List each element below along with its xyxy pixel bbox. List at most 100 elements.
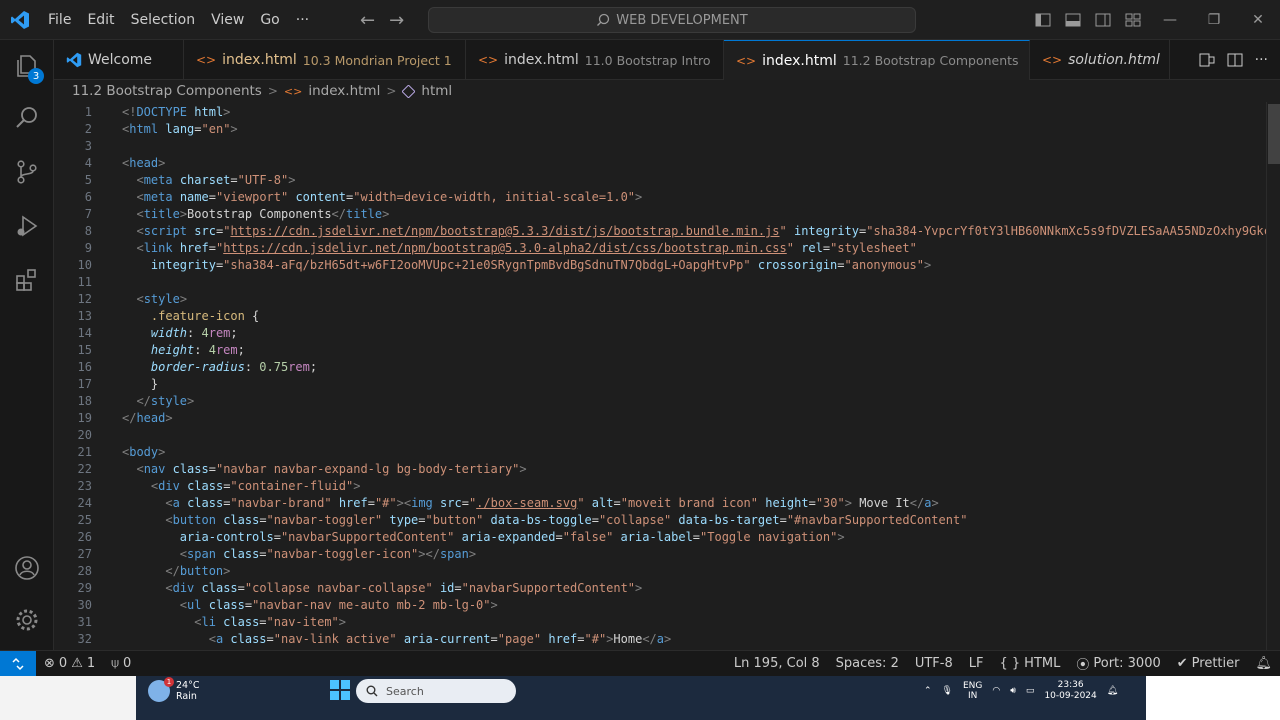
breadcrumb-file[interactable]: index.html	[308, 83, 380, 99]
code-editor[interactable]: 1 <!DOCTYPE html> 2 <html lang="en"> 3 4 <h…	[54, 102, 1266, 650]
code-line: 7 <title>Bootstrap Components</title>	[54, 206, 1266, 223]
error-icon: ⊗	[44, 656, 55, 671]
warning-count: 1	[86, 656, 96, 671]
vscode-logo-icon	[0, 0, 40, 40]
minimize-icon[interactable]: —	[1148, 0, 1192, 40]
toggle-secondary-sidebar-icon[interactable]	[1088, 0, 1118, 40]
editor-scrollbar[interactable]	[1266, 102, 1280, 650]
search-view-icon[interactable]	[0, 94, 54, 142]
status-right: Ln 195, Col 8 Spaces: 2 UTF-8 LF { } HTM…	[726, 654, 1280, 673]
code-line: 12 <style>	[54, 291, 1266, 308]
search-icon	[366, 685, 378, 697]
line-number: 4	[84, 156, 92, 170]
status-bar: ⊗ 0 ⚠ 1 ⍦ 0 Ln 195, Col 8 Spaces: 2 UTF-…	[0, 650, 1280, 677]
remote-indicator-icon[interactable]	[0, 650, 36, 677]
source-control-icon[interactable]	[0, 148, 54, 196]
split-editor-icon[interactable]	[1227, 52, 1243, 68]
vscode-tab-icon	[66, 52, 82, 68]
weather-condition: Rain	[176, 691, 197, 702]
cloud-rain-icon: 1	[148, 677, 174, 702]
live-server-port[interactable]: ⦿ Port: 3000	[1068, 654, 1168, 673]
settings-gear-icon[interactable]	[0, 596, 54, 644]
restore-icon[interactable]: ❐	[1192, 0, 1236, 40]
clock[interactable]: 23:36 10-09-2024	[1044, 680, 1096, 702]
html-file-icon: <>	[196, 53, 217, 67]
breadcrumb-folder[interactable]: 11.2 Bootstrap Components	[72, 83, 262, 99]
accounts-icon[interactable]	[0, 544, 54, 592]
menu-go[interactable]: Go	[252, 0, 287, 40]
code-line: 23 <div class="container-fluid">	[54, 478, 1266, 495]
symbol-element-icon	[402, 84, 416, 98]
code-line: 21 <body>	[54, 444, 1266, 461]
code-line: 15 height: 4rem;	[54, 342, 1266, 359]
code-line: 24 <a class="navbar-brand" href="#"><img…	[54, 495, 1266, 512]
breadcrumb-symbol[interactable]: html	[421, 83, 452, 99]
time: 23:36	[1057, 680, 1084, 690]
tab-solution[interactable]: <> solution.html	[1030, 40, 1170, 80]
code-line: 14 width: 4rem;	[54, 325, 1266, 342]
menu-more[interactable]: ···	[288, 0, 317, 40]
explorer-icon[interactable]: 3	[0, 42, 54, 90]
search-icon	[597, 13, 610, 26]
battery-icon[interactable]: ▭	[1026, 686, 1035, 696]
more-actions-icon[interactable]: ···	[1255, 52, 1268, 68]
tab-bootstrap-intro-index[interactable]: <> index.html 11.0 Bootstrap Intro	[466, 40, 724, 80]
ports-indicator[interactable]: ⍦ 0	[103, 656, 139, 671]
code-line: 31 <li class="nav-item">	[54, 614, 1266, 631]
cursor-position[interactable]: Ln 195, Col 8	[726, 656, 828, 671]
prettier-formatter[interactable]: ✔ Prettier	[1169, 656, 1248, 671]
language-mode[interactable]: { } HTML	[991, 656, 1068, 671]
temperature: 24°C	[176, 680, 200, 691]
taskbar-search[interactable]: Search	[356, 679, 516, 703]
end-of-line[interactable]: LF	[961, 656, 992, 671]
menu-selection[interactable]: Selection	[123, 0, 204, 40]
run-debug-icon[interactable]	[0, 202, 54, 250]
weather-widget[interactable]: 1 24°C Rain	[148, 677, 200, 702]
code-line: 5 <meta charset="UTF-8">	[54, 172, 1266, 189]
line-number: 17	[77, 377, 92, 391]
close-window-icon[interactable]: ✕	[1236, 0, 1280, 40]
menu-file[interactable]: File	[40, 0, 79, 40]
windows-start-icon[interactable]	[330, 680, 350, 700]
microphone-icon[interactable]: 🎙︎	[942, 686, 953, 696]
line-number: 16	[77, 360, 92, 374]
line-number: 24	[77, 496, 92, 510]
toggle-panel-icon[interactable]	[1058, 0, 1088, 40]
volume-icon[interactable]: 🔊︎	[1010, 686, 1016, 696]
notifications-bell-icon[interactable]: 🔔︎	[1247, 656, 1280, 671]
language-indicator[interactable]: ENG IN	[963, 681, 982, 701]
menu-edit[interactable]: Edit	[79, 0, 122, 40]
encoding[interactable]: UTF-8	[907, 656, 961, 671]
chevron-up-icon[interactable]: ⌃	[924, 686, 932, 696]
tab-bootstrap-components-index[interactable]: <> index.html 11.2 Bootstrap Components	[724, 40, 1030, 80]
code-line: 4 <head>	[54, 155, 1266, 172]
indentation[interactable]: Spaces: 2	[828, 656, 907, 671]
problems-indicator[interactable]: ⊗ 0 ⚠ 1	[36, 656, 103, 671]
command-center-search[interactable]: WEB DEVELOPMENT	[428, 7, 916, 33]
tab-mondrian-index[interactable]: <> index.html 10.3 Mondrian Project 1	[184, 40, 466, 80]
tab-welcome[interactable]: Welcome	[54, 40, 184, 80]
broadcast-icon: ⦿	[1076, 658, 1090, 673]
line-number: 3	[84, 139, 92, 153]
tab-description: 10.3 Mondrian Project 1	[302, 52, 452, 68]
line-number: 10	[77, 258, 92, 272]
wifi-icon[interactable]: ◠	[992, 686, 1000, 696]
code-line: 27 <span class="navbar-toggler-icon"></s…	[54, 546, 1266, 563]
activity-bar: 3	[0, 40, 54, 650]
extensions-icon[interactable]	[0, 256, 54, 304]
scrollbar-thumb[interactable]	[1268, 104, 1280, 164]
open-preview-icon[interactable]	[1199, 52, 1215, 68]
forward-arrow-icon[interactable]: →	[389, 10, 404, 31]
back-arrow-icon[interactable]: ←	[360, 10, 375, 31]
notification-center-icon[interactable]: 🔔︎	[1107, 686, 1118, 696]
windows-taskbar: 1 24°C Rain Search ⌃ 🎙︎ ENG IN ◠ 🔊︎ ▭ 23…	[0, 676, 1280, 720]
code-line: 9 <link href="https://cdn.jsdelivr.net/n…	[54, 240, 1266, 257]
code-line: 1 <!DOCTYPE html>	[54, 104, 1266, 121]
code-line: 29 <div class="collapse navbar-collapse"…	[54, 580, 1266, 597]
tab-label: index.html	[504, 52, 579, 68]
menu-view[interactable]: View	[203, 0, 252, 40]
customize-layout-icon[interactable]	[1118, 0, 1148, 40]
html-file-icon: <>	[478, 53, 499, 67]
toggle-sidebar-icon[interactable]	[1028, 0, 1058, 40]
antenna-icon: ⍦	[111, 656, 119, 671]
